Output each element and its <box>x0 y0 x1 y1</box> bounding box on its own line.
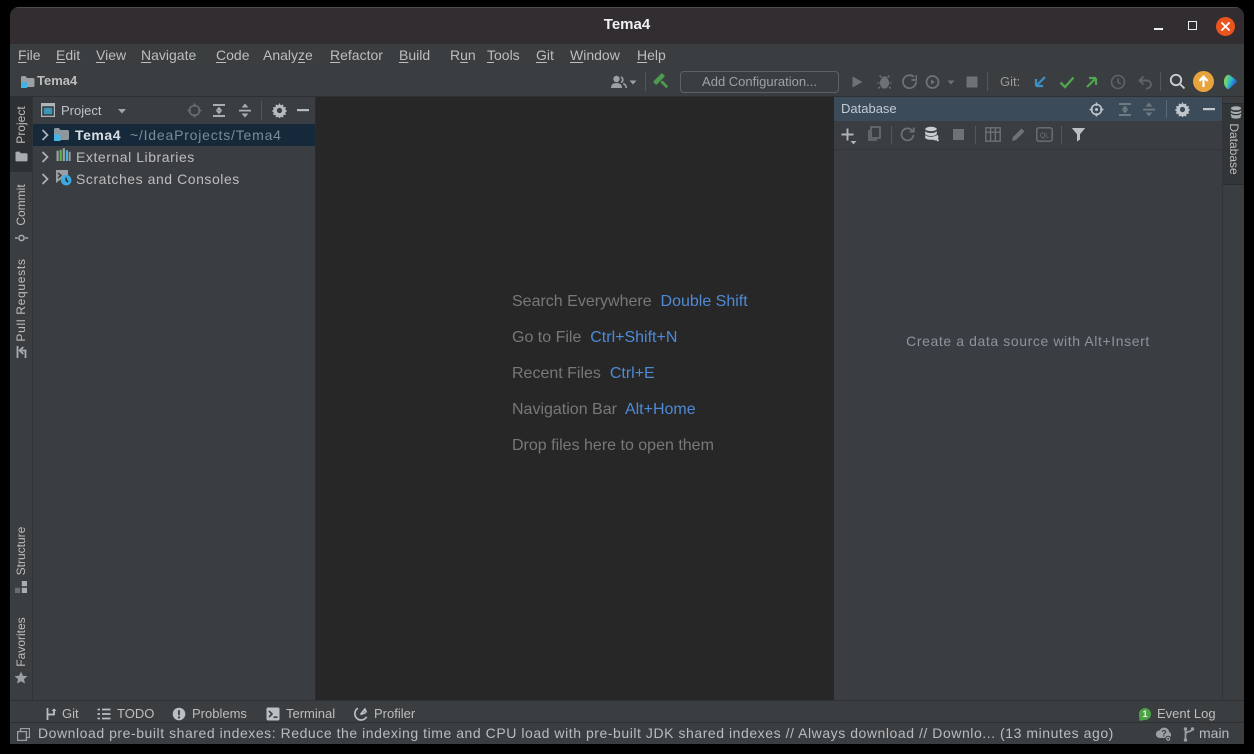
svg-text:1: 1 <box>1142 709 1147 719</box>
svg-text:QL: QL <box>1040 133 1049 140</box>
